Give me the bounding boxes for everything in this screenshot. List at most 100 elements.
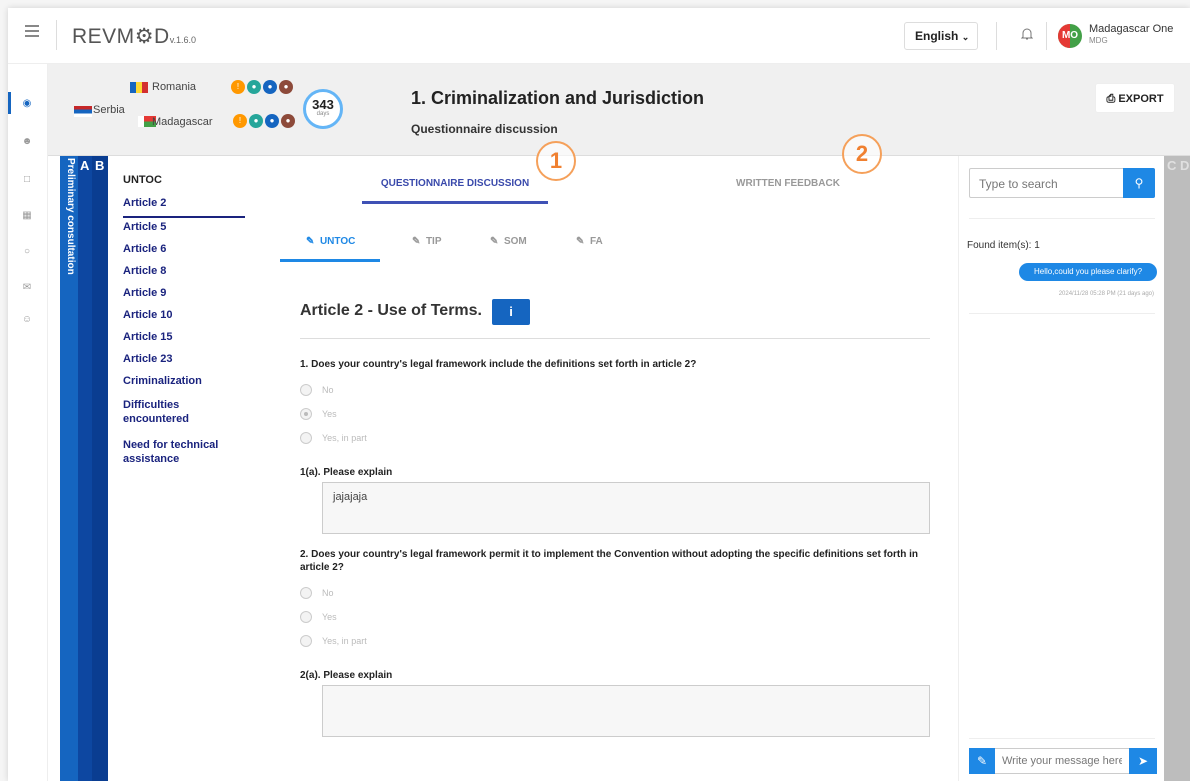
nav-item-difficulties[interactable]: Difficulties encountered bbox=[123, 398, 245, 426]
serbia-flag bbox=[74, 106, 92, 117]
nav-item-article-8[interactable]: Article 8 bbox=[123, 264, 245, 278]
top-bar: REVM⚙Dv.1.6.0 English ⌄ MO Madagascar On… bbox=[8, 8, 1190, 64]
radio-circle[interactable] bbox=[300, 384, 312, 396]
chat-panel: Type to search ⚲ Found item(s): 1 Hello,… bbox=[958, 156, 1164, 781]
main-content: QUESTIONNAIRE DISCUSSION WRITTEN FEEDBAC… bbox=[258, 156, 958, 781]
person-icon: ● bbox=[247, 80, 261, 94]
send-icon[interactable]: ➤ bbox=[1129, 748, 1157, 774]
divider bbox=[1046, 22, 1047, 50]
nav-item-article-6[interactable]: Article 6 bbox=[123, 242, 245, 256]
radio-circle[interactable] bbox=[300, 587, 312, 599]
subtab-untoc[interactable]: ✎ UNTOC bbox=[306, 236, 355, 247]
subtab-fa[interactable]: ✎ FA bbox=[576, 236, 603, 247]
subtab-tip[interactable]: ✎ TIP bbox=[412, 236, 442, 247]
divider bbox=[969, 218, 1155, 219]
stripe-d-label: D bbox=[1180, 158, 1190, 173]
user-code: MDG bbox=[1089, 36, 1108, 45]
radio-circle[interactable] bbox=[300, 611, 312, 623]
stripe-b[interactable] bbox=[92, 156, 108, 781]
building-icon[interactable]: ▦ bbox=[21, 210, 33, 222]
book-icon[interactable]: □ bbox=[21, 174, 33, 186]
nav-item-article-15[interactable]: Article 15 bbox=[123, 330, 245, 344]
found-count: Found item(s): 1 bbox=[967, 240, 1040, 251]
question-1: 1. Does your country's legal framework i… bbox=[300, 359, 697, 370]
radio-option-yes[interactable]: Yes bbox=[300, 611, 337, 623]
country-name: Serbia bbox=[93, 104, 125, 116]
search-input[interactable]: Type to search bbox=[979, 177, 1058, 191]
nav-item-criminalization[interactable]: Criminalization bbox=[123, 374, 245, 388]
question-2a: 2(a). Please explain bbox=[300, 670, 393, 681]
page-title: 1. Criminalization and Jurisdiction bbox=[411, 88, 705, 108]
radio-option-yes-in-part[interactable]: Yes, in part bbox=[300, 432, 367, 444]
radio-option-no[interactable]: No bbox=[300, 587, 334, 599]
callout-marker-2: 2 bbox=[842, 134, 882, 174]
message-composer[interactable]: ✎ Write your message here ➤ bbox=[969, 748, 1157, 774]
radio-circle[interactable] bbox=[300, 432, 312, 444]
language-select[interactable]: English ⌄ bbox=[904, 22, 978, 50]
radio-circle-selected[interactable] bbox=[300, 408, 312, 420]
subtab-som[interactable]: ✎ SOM bbox=[490, 236, 527, 247]
chat-search[interactable]: Type to search ⚲ bbox=[969, 168, 1155, 198]
bell-icon[interactable] bbox=[1021, 27, 1033, 41]
search-icon[interactable]: ⚲ bbox=[1123, 168, 1155, 198]
message-input[interactable]: Write your message here bbox=[1002, 755, 1122, 767]
pencil-icon: ✎ bbox=[306, 236, 315, 247]
radio-circle[interactable] bbox=[300, 635, 312, 647]
divider bbox=[300, 338, 930, 339]
active-subtab-indicator bbox=[280, 259, 380, 262]
country-name: Romania bbox=[152, 81, 197, 93]
tab-questionnaire-discussion[interactable]: QUESTIONNAIRE DISCUSSION bbox=[362, 178, 548, 189]
mail-icon[interactable]: ✉ bbox=[21, 282, 33, 294]
tab-written-feedback[interactable]: WRITTEN FEEDBACK bbox=[698, 178, 878, 189]
chat-message[interactable]: Hello,could you please clarify? bbox=[1019, 263, 1157, 281]
radio-option-yes-in-part[interactable]: Yes, in part bbox=[300, 635, 367, 647]
active-tab-indicator bbox=[362, 201, 548, 204]
answer-2a-textarea[interactable] bbox=[322, 685, 930, 737]
person-icon[interactable]: ☺ bbox=[21, 314, 33, 326]
export-button[interactable]: ⎙ EXPORT bbox=[1095, 83, 1175, 113]
article-nav: UNTOC Article 2 Article 5 Article 6 Arti… bbox=[108, 156, 258, 781]
nav-item-technical-assistance[interactable]: Need for technical assistance bbox=[123, 438, 245, 466]
menu-icon[interactable] bbox=[25, 25, 39, 37]
nav-item-article-5[interactable]: Article 5 bbox=[123, 220, 245, 234]
person-icon: ● bbox=[249, 114, 263, 128]
nav-item-article-9[interactable]: Article 9 bbox=[123, 286, 245, 300]
user-name[interactable]: Madagascar One bbox=[1089, 23, 1173, 35]
pencil-icon: ✎ bbox=[412, 236, 421, 247]
nav-item-article-10[interactable]: Article 10 bbox=[123, 308, 245, 322]
message-timestamp: 2024/11/28 05:28 PM (21 days ago) bbox=[1058, 291, 1154, 297]
group-icon: ● bbox=[263, 80, 277, 94]
romania-flag bbox=[130, 82, 148, 93]
page-subtitle: Questionnaire discussion bbox=[411, 122, 558, 136]
avatar[interactable]: MO bbox=[1058, 24, 1082, 48]
country-name: Madagascar bbox=[152, 116, 213, 128]
divider bbox=[56, 20, 57, 50]
radio-option-yes[interactable]: Yes bbox=[300, 408, 337, 420]
divider bbox=[996, 22, 997, 50]
headset-icon[interactable]: ○ bbox=[21, 246, 33, 258]
page-header: Serbia Romania Madagascar ! ● ● ● ! ● ● … bbox=[48, 64, 1190, 156]
nav-item-article-2[interactable]: Article 2 bbox=[123, 196, 245, 210]
radio-option-no[interactable]: No bbox=[300, 384, 334, 396]
eye-icon[interactable]: ◉ bbox=[21, 98, 33, 110]
question-2: 2. Does your country's legal framework p… bbox=[300, 549, 918, 573]
nav-item-article-23[interactable]: Article 23 bbox=[123, 352, 245, 366]
preliminary-consultation-label: Preliminary consultation bbox=[65, 158, 76, 275]
printer-icon: ⎙ bbox=[1106, 93, 1116, 105]
article-title: Article 2 - Use of Terms. bbox=[300, 302, 482, 319]
divider bbox=[969, 738, 1155, 739]
stripe-c-d[interactable]: C D bbox=[1164, 156, 1190, 781]
active-indicator bbox=[8, 92, 11, 114]
question-1a: 1(a). Please explain bbox=[300, 467, 393, 478]
status-icon: ! bbox=[231, 80, 245, 94]
stripe-a[interactable] bbox=[78, 156, 92, 781]
gear-icon: ⚙ bbox=[134, 25, 155, 48]
info-button[interactable]: i bbox=[492, 299, 530, 325]
attach-icon[interactable]: ✎ bbox=[969, 748, 995, 774]
users-icon[interactable]: ☻ bbox=[21, 136, 33, 148]
handshake-icon: ● bbox=[281, 114, 295, 128]
stripe-a-label: A bbox=[80, 158, 90, 173]
group-icon: ● bbox=[265, 114, 279, 128]
answer-1a-textarea[interactable]: jajajaja bbox=[322, 482, 930, 534]
pencil-icon: ✎ bbox=[576, 236, 585, 247]
